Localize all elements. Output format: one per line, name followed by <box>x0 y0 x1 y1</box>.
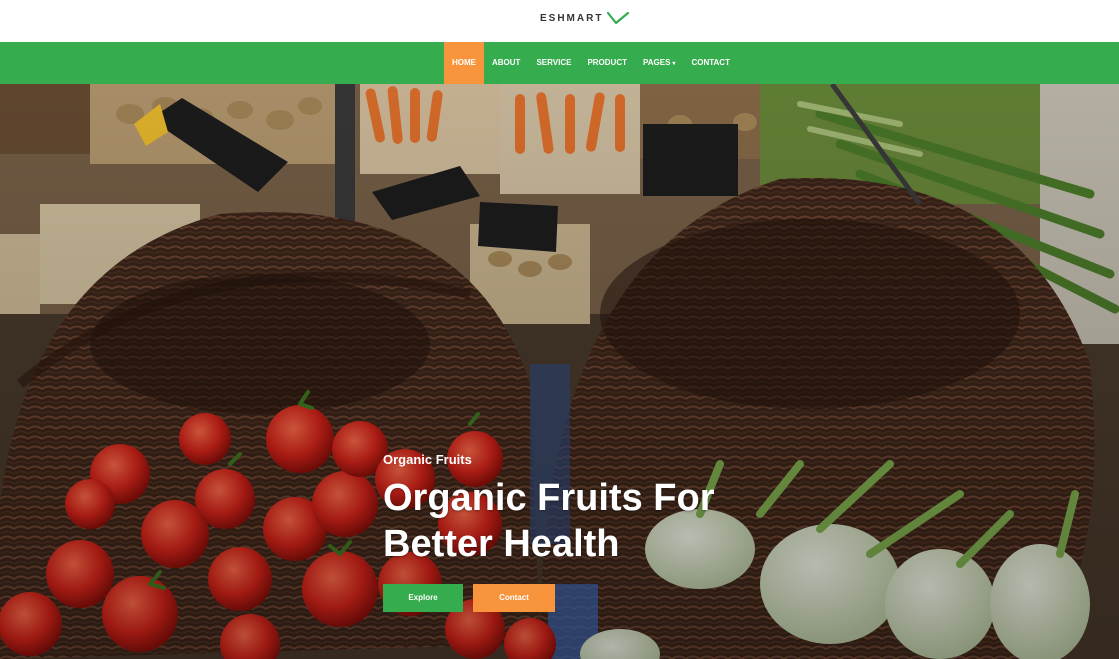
logo[interactable]: ESHMART <box>540 12 630 24</box>
nav-label-service: SERVICE <box>536 58 572 67</box>
hero-content: Organic Fruits Organic Fruits For Better… <box>383 452 813 567</box>
hero-banner: Organic Fruits Organic Fruits For Better… <box>0 84 1119 659</box>
main-nav: HOME ABOUT SERVICE PRODUCT PAGES ▾ CONTAC… <box>0 42 1119 84</box>
nav-item-home[interactable]: HOME <box>444 42 484 84</box>
nav-item-contact[interactable]: CONTACT <box>683 42 738 84</box>
nav-label-home: HOME <box>452 58 476 67</box>
nav-item-product[interactable]: PRODUCT <box>579 42 635 84</box>
nav-label-product: PRODUCT <box>587 58 627 67</box>
nav-label-contact: CONTACT <box>691 58 730 67</box>
hero-kicker: Organic Fruits <box>383 452 472 467</box>
logo-text: ESHMART <box>540 12 604 24</box>
nav-item-service[interactable]: SERVICE <box>528 42 579 84</box>
hero-buttons: Explore Contact <box>383 584 555 612</box>
nav-label-pages: PAGES <box>643 58 671 67</box>
hero-overlay <box>0 84 1119 659</box>
top-header: ESHMART <box>0 0 1119 42</box>
nav-item-about[interactable]: ABOUT <box>484 42 528 84</box>
explore-button[interactable]: Explore <box>383 584 463 612</box>
caret-down-icon: ▾ <box>672 61 676 67</box>
nav-label-about: ABOUT <box>492 58 521 67</box>
nav-item-pages[interactable]: PAGES ▾ <box>635 42 683 84</box>
hero-title: Organic Fruits For Better Health <box>383 477 715 565</box>
logo-mark-icon <box>607 12 630 24</box>
contact-button[interactable]: Contact <box>473 584 555 612</box>
nav-list: HOME ABOUT SERVICE PRODUCT PAGES ▾ CONTAC… <box>444 42 738 84</box>
